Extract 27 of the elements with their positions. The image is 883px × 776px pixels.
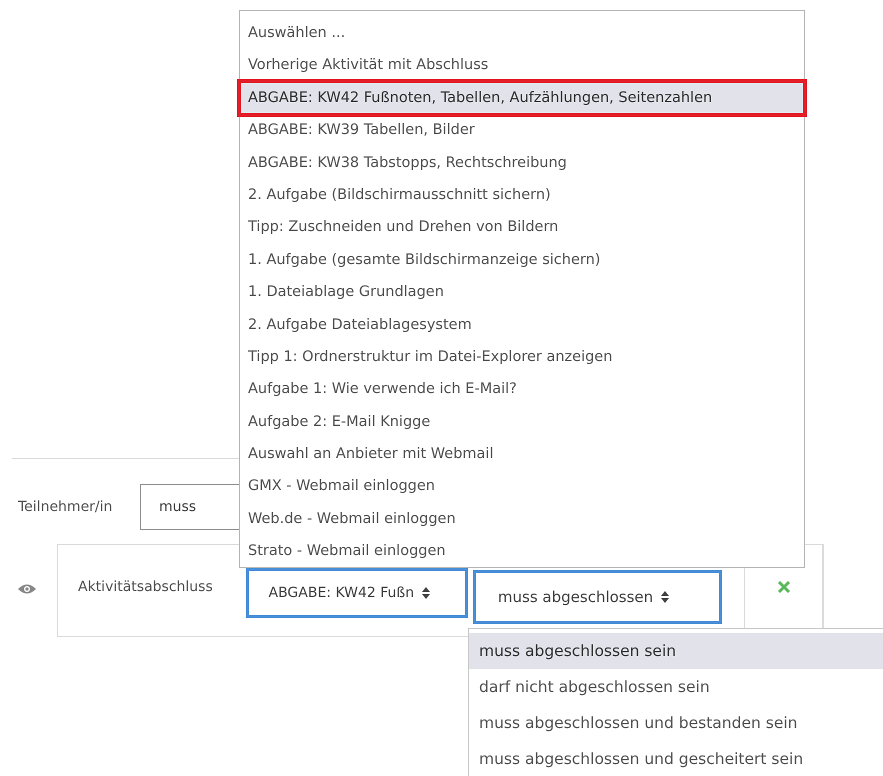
activity-select[interactable]: ABGABE: KW42 Fußn bbox=[246, 568, 468, 618]
dropdown-option[interactable]: 1. Aufgabe (gesamte Bildschirmanzeige sichern) bbox=[240, 244, 804, 276]
dropdown-option[interactable]: muss abgeschlossen und bestanden sein bbox=[469, 705, 883, 741]
dropdown-option[interactable]: ABGABE: KW39 Tabellen, Bilder bbox=[240, 114, 804, 147]
dropdown-option[interactable]: 2. Aufgabe (Bildschirmausschnitt sichern) bbox=[240, 178, 804, 212]
restriction-label: Aktivitätsabschluss bbox=[78, 578, 214, 594]
dropdown-option[interactable]: Aufgabe 2: E-Mail Knigge bbox=[240, 406, 804, 438]
dropdown-option[interactable]: ABGABE: KW42 Fußnoten, Tabellen, Aufzählungen, Seitenzahlen bbox=[240, 82, 804, 114]
dropdown-option[interactable]: Tipp: Zuschneiden und Drehen von Bildern bbox=[240, 211, 804, 244]
participant-label: Teilnehmer/in bbox=[18, 499, 114, 515]
dropdown-option[interactable]: muss abgeschlossen und gescheitert sein bbox=[469, 741, 883, 776]
dropdown-option[interactable]: 1. Dateiablage Grundlagen bbox=[240, 276, 804, 309]
delete-icon[interactable] bbox=[776, 580, 791, 594]
dropdown-option[interactable]: darf nicht abgeschlossen sein bbox=[469, 669, 883, 705]
dropdown-option[interactable]: Auswahl an Anbieter mit Webmail bbox=[240, 438, 804, 470]
caret-icon bbox=[422, 586, 430, 598]
caret-icon bbox=[661, 590, 670, 602]
dropdown-option[interactable]: Vorherige Aktivität mit Abschluss bbox=[240, 49, 804, 82]
dropdown-option[interactable]: Auswählen ... bbox=[240, 17, 804, 50]
dropdown-option[interactable]: ABGABE: KW38 Tabstopps, Rechtschreibung bbox=[240, 146, 804, 179]
dropdown-option[interactable]: Tipp 1: Ordnerstruktur im Datei-Explorer anzeigen bbox=[240, 340, 804, 374]
dropdown-option[interactable]: muss abgeschlossen sein bbox=[469, 633, 883, 669]
eye-icon[interactable] bbox=[18, 582, 36, 594]
condition-select[interactable]: muss abgeschlossen bbox=[472, 570, 722, 624]
dropdown-option[interactable]: Strato - Webmail einloggen bbox=[240, 535, 804, 568]
dropdown-option[interactable]: 2. Aufgabe Dateiablagesystem bbox=[240, 308, 804, 341]
dropdown-option[interactable]: Aufgabe 1: Wie verwende ich E-Mail? bbox=[240, 373, 804, 406]
